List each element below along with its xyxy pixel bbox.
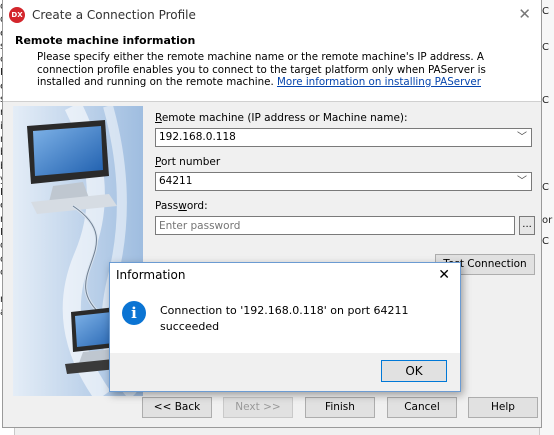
cancel-button[interactable]: Cancel — [387, 397, 457, 418]
info-titlebar: Information ✕ — [110, 263, 460, 287]
password-label: Password: — [155, 200, 535, 212]
info-message: Connection to '192.168.0.118' on port 64… — [160, 304, 409, 333]
port-number-combobox[interactable]: 64211 ﹀ — [155, 172, 532, 191]
close-icon[interactable]: ✕ — [518, 7, 531, 22]
dialog-titlebar: DX Create a Connection Profile ✕ — [3, 0, 541, 30]
remote-label-text: emote machine (IP address or Machine nam… — [161, 112, 408, 124]
chevron-down-icon[interactable]: ﹀ — [517, 129, 527, 146]
next-button[interactable]: Next >> — [223, 397, 293, 418]
finish-button[interactable]: Finish — [305, 397, 375, 418]
background-text-fragment: C — [542, 182, 549, 193]
information-icon: i — [122, 301, 146, 325]
port-number-label: Port number — [155, 156, 535, 168]
port-label-text: ort number — [160, 156, 221, 168]
password-row: ... — [155, 216, 535, 235]
header-description: Please specify either the remote machine… — [37, 51, 521, 89]
background-text-fragment: C — [542, 95, 549, 106]
remote-machine-value: 192.168.0.118 — [159, 131, 236, 143]
background-text-fragment: C — [542, 42, 549, 53]
remote-label-mnemonic: R — [155, 112, 162, 124]
back-button[interactable]: << Back — [142, 397, 212, 418]
dialog-header: Remote machine information Please specif… — [3, 30, 541, 102]
information-dialog: Information ✕ i Connection to '192.168.0… — [109, 262, 461, 392]
delphi-app-icon: DX — [9, 7, 25, 23]
connection-form: Remote machine (IP address or Machine na… — [155, 112, 535, 235]
password-label-pre: Pass — [155, 200, 179, 212]
chevron-down-icon[interactable]: ﹀ — [517, 173, 527, 190]
background-text-fragment: C — [542, 236, 549, 247]
header-title: Remote machine information — [15, 34, 196, 47]
remote-machine-combobox[interactable]: 192.168.0.118 ﹀ — [155, 128, 532, 147]
paserver-info-link[interactable]: More information on installing PAServer — [277, 76, 481, 88]
info-footer: OK — [110, 353, 460, 391]
password-label-post: ord: — [186, 200, 208, 212]
info-body: i Connection to '192.168.0.118' on port … — [110, 287, 460, 353]
remote-machine-label: Remote machine (IP address or Machine na… — [155, 112, 535, 124]
background-text-fragment: C — [542, 6, 549, 17]
password-input[interactable] — [155, 216, 516, 235]
browse-button[interactable]: ... — [519, 216, 535, 235]
port-number-value: 64211 — [159, 175, 193, 187]
background-text-fragment: or — [542, 215, 553, 226]
password-label-mnemonic: w — [178, 200, 187, 212]
info-title: Information — [116, 268, 186, 282]
help-button[interactable]: Help — [468, 397, 538, 418]
ok-button[interactable]: OK — [381, 360, 447, 382]
dialog-title: Create a Connection Profile — [32, 8, 196, 22]
close-icon[interactable]: ✕ — [438, 263, 450, 287]
